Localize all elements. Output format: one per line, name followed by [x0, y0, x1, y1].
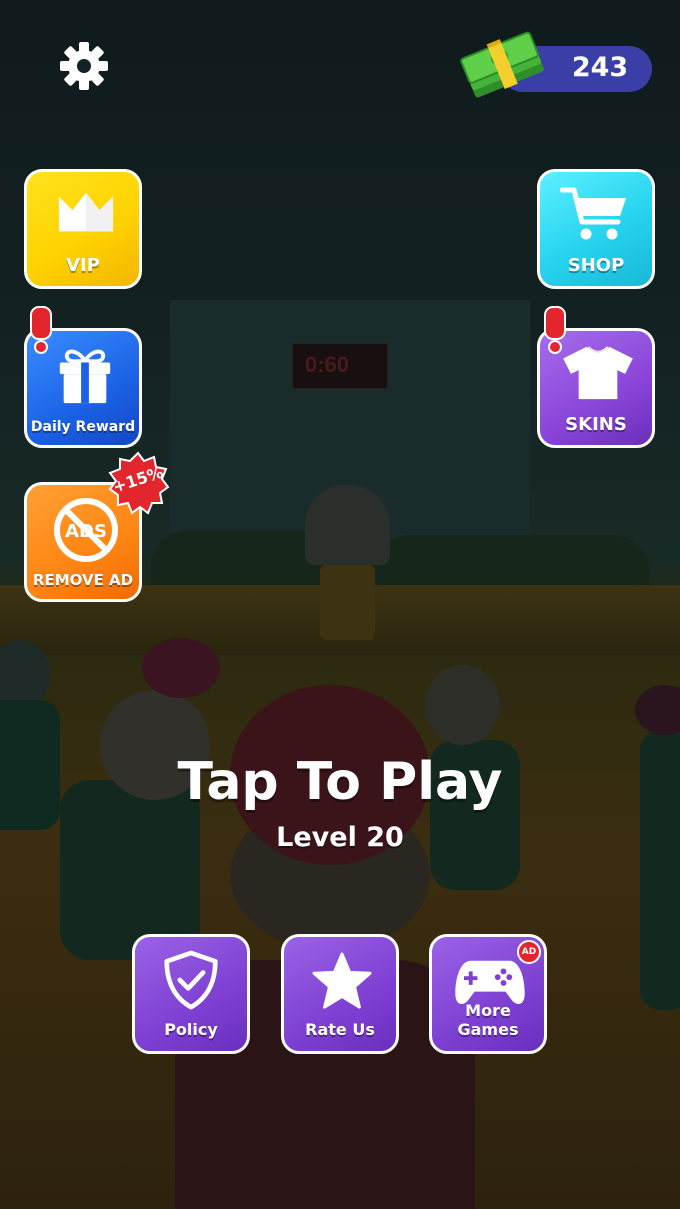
alert-icon [30, 306, 52, 354]
more-games-label: More Games [457, 1001, 519, 1039]
background-player [142, 638, 220, 698]
background-scoreboard: 0:60 [292, 343, 388, 389]
money-value: 243 [571, 52, 629, 83]
game-screen[interactable]: 0:60 243 VIP SHOP Daily Reward SKINS ADS… [0, 0, 680, 1209]
shop-label: SHOP [567, 255, 625, 276]
ad-badge: AD [517, 940, 541, 964]
remove-ad-label: REMOVE AD [32, 571, 134, 589]
vip-button[interactable]: VIP [24, 169, 142, 289]
background-trees [370, 535, 650, 585]
rate-us-label: Rate Us [305, 1020, 375, 1039]
background-doll [305, 485, 390, 565]
level-label: Level 20 [276, 822, 404, 853]
background-player [425, 665, 500, 745]
shirt-icon [563, 346, 633, 400]
alert-icon [544, 306, 566, 354]
gift-icon [59, 349, 111, 404]
shop-button[interactable]: SHOP [537, 169, 655, 289]
crown-icon [58, 192, 114, 232]
bonus-badge: +15% [106, 451, 170, 515]
background-doll [320, 565, 375, 640]
skins-label: SKINS [565, 414, 627, 435]
daily-reward-label: Daily Reward [30, 419, 136, 435]
no-ads-text: ADS [65, 521, 107, 542]
star-icon [312, 952, 372, 1009]
gear-icon[interactable] [58, 40, 110, 92]
policy-button[interactable]: Policy [132, 934, 250, 1054]
cart-icon [560, 187, 626, 240]
vip-label: VIP [66, 255, 100, 276]
shield-check-icon [164, 950, 218, 1010]
cash-stack-icon [460, 31, 544, 98]
policy-label: Policy [164, 1020, 218, 1039]
tap-to-play[interactable]: Tap To Play [0, 752, 680, 812]
rate-us-button[interactable]: Rate Us [281, 934, 399, 1054]
background-player [635, 685, 680, 735]
